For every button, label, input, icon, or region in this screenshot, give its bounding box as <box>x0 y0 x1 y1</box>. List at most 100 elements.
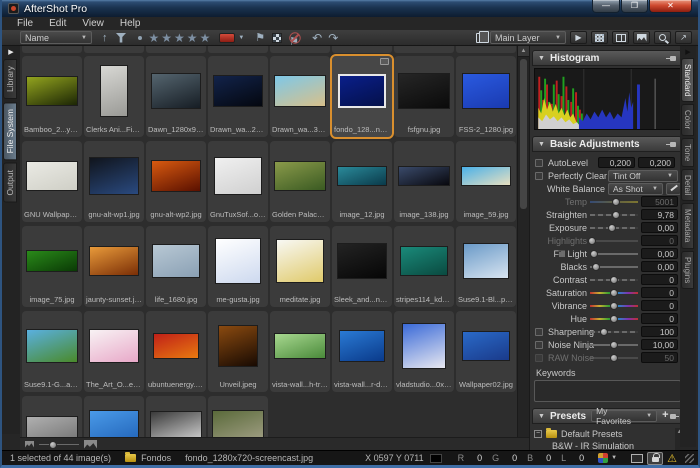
thumbnail-cell[interactable] <box>22 396 82 437</box>
magnifier-button[interactable] <box>654 31 671 44</box>
filter-icon[interactable] <box>116 33 127 43</box>
rotate-left-icon[interactable]: ↶ <box>312 31 322 45</box>
resize-grip[interactable] <box>685 454 694 463</box>
slider-handle[interactable] <box>610 315 618 323</box>
thumbnail-cell[interactable]: image_59.jpg <box>456 141 516 222</box>
slider-straighten[interactable] <box>590 210 638 219</box>
eyedropper-icon[interactable] <box>666 183 681 195</box>
thumbnail-cell[interactable]: vista-wall...r-dock.jpg <box>332 311 392 392</box>
thumbnail-cell[interactable]: stripes114_kde.jpg <box>394 226 454 307</box>
panel-tab-color[interactable]: Color <box>681 104 694 135</box>
thumbnail-cell[interactable]: Suse9.1-G...apers.jpg <box>22 311 82 392</box>
collapse-node-icon[interactable]: − <box>534 430 542 438</box>
rotate-right-icon[interactable]: ↷ <box>328 31 338 45</box>
color-profile-icon[interactable] <box>598 453 608 463</box>
thumbnail-cell[interactable]: vista-wall...h-tree.jpg <box>270 311 330 392</box>
slider-handle[interactable] <box>588 237 596 245</box>
folder-name[interactable]: Fondos <box>141 453 171 463</box>
slider-handle[interactable] <box>592 263 600 271</box>
pin-icon[interactable] <box>666 54 676 62</box>
slider-handle[interactable] <box>612 198 620 206</box>
color-label-dropdown-icon[interactable]: ▼ <box>238 31 244 45</box>
panel-tab-tone[interactable]: Tone <box>681 138 694 167</box>
slider-handle[interactable] <box>600 328 608 336</box>
panel-tab-detail[interactable]: Detail <box>681 169 694 201</box>
star-icon[interactable]: ★ <box>200 31 211 45</box>
slider-contrast[interactable] <box>590 275 638 284</box>
thumbnail-cell[interactable]: fsfgnu.jpg <box>394 56 454 137</box>
presets-section-header[interactable]: ▼ Presets My Favorites ▼ + <box>532 408 682 424</box>
thumbnail-cell[interactable]: gnu-alt-wp1.jpg <box>84 141 144 222</box>
sort-ascending-icon[interactable]: ↑ <box>102 31 108 45</box>
thumbnail-cell[interactable]: GnuTuxSof...on-v1.jpg <box>208 141 268 222</box>
scroll-up-icon[interactable]: ▲ <box>518 46 529 57</box>
thumbnail-cell[interactable]: image_75.jpg <box>22 226 82 307</box>
histogram-section-header[interactable]: ▼ Histogram <box>532 50 682 66</box>
value-field[interactable]: 0 <box>641 300 678 311</box>
pin-icon[interactable] <box>666 140 676 148</box>
presets-favorites-select[interactable]: My Favorites ▼ <box>591 410 657 422</box>
thumbnail-cell[interactable]: The_Art_O...eFear.jpg <box>84 311 144 392</box>
thumbnail-cell[interactable]: gnu-alt-wp2.jpg <box>146 141 206 222</box>
value-field[interactable]: 5001 <box>641 196 678 207</box>
keywords-input[interactable] <box>534 380 681 402</box>
grid-scrollbar[interactable]: ▲ <box>517 46 529 437</box>
warning-icon[interactable]: ⚠ <box>667 452 677 465</box>
dual-monitor-icon[interactable] <box>631 454 643 463</box>
thumbnail-cell[interactable]: me-gusta.jpg <box>208 226 268 307</box>
thumbnail-cell[interactable]: meditate.jpg <box>270 226 330 307</box>
thumbnail-cell[interactable]: vladstudio...0x1024.jpg <box>394 311 454 392</box>
slider-noise-ninja[interactable] <box>590 340 638 349</box>
thumbnail-cell[interactable]: Clerks Ani...Figure.jpg <box>84 56 144 137</box>
value-field[interactable]: 50 <box>641 352 678 363</box>
slider-handle[interactable] <box>608 224 616 232</box>
slider-blacks[interactable] <box>590 262 638 271</box>
lock-button[interactable] <box>647 452 663 465</box>
slider-handle[interactable] <box>610 276 618 284</box>
color-label-swatch[interactable] <box>219 33 235 43</box>
panel-tab-standard[interactable]: Standard <box>681 58 694 102</box>
thumbnail-size-slider[interactable] <box>39 440 79 449</box>
thumbnail-cell[interactable]: Drawn_wa...299_.jpg <box>208 56 268 137</box>
thumbnail-cell[interactable]: ubuntuenergy.jpg <box>146 311 206 392</box>
slider-handle[interactable] <box>612 211 620 219</box>
thumbnail-cell[interactable]: Unveil.jpeg <box>208 311 268 392</box>
preset-item[interactable]: B&W - IR Simulation <box>534 440 680 450</box>
slider-handle[interactable] <box>610 289 618 297</box>
value-field[interactable]: 0,00 <box>641 261 678 272</box>
value-field[interactable]: 0,200 <box>598 157 635 168</box>
sort-by-select[interactable]: Name ▼ <box>20 31 92 44</box>
menu-item-help[interactable]: Help <box>113 18 148 29</box>
star-icon[interactable]: ★ <box>149 31 160 45</box>
value-field[interactable]: 0,00 <box>641 248 678 259</box>
flag-icon[interactable]: ⚑ <box>255 31 265 45</box>
value-field[interactable]: 0 <box>641 287 678 298</box>
thumbnail-cell[interactable]: FSS-2_1280.jpg <box>456 56 516 137</box>
menu-item-view[interactable]: View <box>75 18 111 29</box>
fullscreen-button[interactable]: ↗ <box>675 31 692 44</box>
slider-handle[interactable] <box>610 354 618 362</box>
close-button[interactable]: ✕ <box>649 0 692 13</box>
slider-handle[interactable] <box>610 302 618 310</box>
pin-icon[interactable] <box>674 412 676 420</box>
thumbnail-cell[interactable]: jaunty-sunset.jpg <box>84 226 144 307</box>
sidebar-tab-output[interactable]: Output <box>3 163 17 203</box>
chevron-down-icon[interactable]: ▼ <box>611 455 617 461</box>
maximize-button[interactable]: ❐ <box>621 0 648 13</box>
sidebar-tab-library[interactable]: Library <box>3 59 17 99</box>
thumbnail-cell[interactable]: Bamboo_2...ysha.jpg <box>22 56 82 137</box>
layer-select[interactable]: Main Layer ▼ <box>490 31 566 44</box>
scrollbar-thumb[interactable] <box>520 59 527 209</box>
thumbnail-cell[interactable]: Suse9.1-Bl...papers.jpg <box>456 226 516 307</box>
thumbnail-cell[interactable]: Drawn_wa...332_.jpg <box>270 56 330 137</box>
no-rating-icon[interactable] <box>138 36 142 40</box>
checkbox-noise-ninja[interactable] <box>535 341 543 349</box>
thumbnail-cell[interactable] <box>208 396 268 437</box>
slider-highlights[interactable] <box>590 236 638 245</box>
panel-tab-metadata[interactable]: Metadata <box>681 203 694 248</box>
value-field[interactable]: 10,00 <box>641 339 678 350</box>
slider-sharpening[interactable] <box>590 327 638 336</box>
thumbnail-cell[interactable] <box>84 396 144 437</box>
basic-adjustments-section-header[interactable]: ▼ Basic Adjustments <box>532 136 682 152</box>
add-preset-button[interactable]: + <box>662 410 668 422</box>
